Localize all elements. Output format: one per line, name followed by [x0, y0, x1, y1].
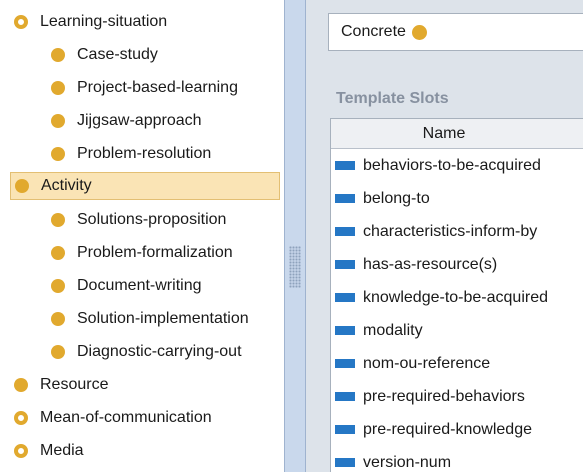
tree-item-activity[interactable]: Activity	[10, 172, 280, 200]
slot-row[interactable]: nom-ou-reference	[331, 347, 583, 380]
slot-row[interactable]: version-num	[331, 446, 583, 472]
tree-item-label: Problem-resolution	[77, 145, 212, 162]
tree-item-label: Project-based-learning	[77, 79, 238, 96]
tree-item-case-study[interactable]: Case-study	[51, 41, 276, 69]
slot-icon	[335, 359, 355, 368]
slot-row[interactable]: knowledge-to-be-acquired	[331, 281, 583, 314]
tree-item-problem-formalization[interactable]: Problem-formalization	[51, 239, 276, 267]
class-dot-icon	[51, 213, 65, 227]
class-dot-icon	[51, 279, 65, 293]
class-dot-icon	[51, 246, 65, 260]
tree-item-media[interactable]: Media	[14, 437, 276, 465]
pane-splitter[interactable]	[284, 0, 306, 472]
tree-item-mean-of-communication[interactable]: Mean-of-communication	[14, 404, 276, 432]
tree-item-solutions-proposition[interactable]: Solutions-proposition	[51, 206, 276, 234]
tree-item-label: Activity	[41, 177, 92, 194]
slot-name: modality	[363, 321, 423, 339]
slot-name: belong-to	[363, 189, 430, 207]
slot-name: pre-required-behaviors	[363, 387, 525, 405]
class-editor-panel: Concrete Template Slots Name behaviors-t…	[306, 0, 583, 472]
tree-item-label: Diagnostic-carrying-out	[77, 343, 242, 360]
class-dot-icon	[51, 48, 65, 62]
tree-item-solution-implementation[interactable]: Solution-implementation	[51, 305, 283, 333]
class-dot-icon	[411, 24, 427, 40]
slot-name: behaviors-to-be-acquired	[363, 156, 541, 174]
slot-row[interactable]: pre-required-knowledge	[331, 413, 583, 446]
slot-icon	[335, 392, 355, 401]
slot-row[interactable]: has-as-resource(s)	[331, 248, 583, 281]
template-slots-table[interactable]: Name behaviors-to-be-acquired belong-to …	[330, 118, 583, 472]
class-ring-icon	[14, 15, 28, 29]
tree-item-label: Problem-formalization	[77, 244, 233, 261]
slot-name: knowledge-to-be-acquired	[363, 288, 548, 306]
slot-icon	[335, 260, 355, 269]
class-tree[interactable]: Learning-situation Case-study Project-ba…	[0, 0, 284, 472]
tree-item-label: Document-writing	[77, 277, 202, 294]
slot-name: nom-ou-reference	[363, 354, 491, 372]
tree-item-learning-situation[interactable]: Learning-situation	[14, 8, 276, 36]
slot-row[interactable]: modality	[331, 314, 583, 347]
class-type-field[interactable]: Concrete	[328, 13, 583, 51]
slot-name: has-as-resource(s)	[363, 255, 498, 273]
tree-item-jijgsaw-approach[interactable]: Jijgsaw-approach	[51, 107, 276, 135]
slot-icon	[335, 194, 355, 203]
tree-item-label: Solution-implementation	[77, 310, 249, 327]
column-header-name[interactable]: Name	[331, 119, 583, 149]
tree-item-problem-resolution[interactable]: Problem-resolution	[51, 140, 276, 168]
slot-row[interactable]: belong-to	[331, 182, 583, 215]
tree-item-label: Media	[40, 442, 84, 459]
class-dot-icon	[51, 345, 65, 359]
tree-item-document-writing[interactable]: Document-writing	[51, 272, 276, 300]
class-dot-icon	[51, 114, 65, 128]
class-ring-icon	[14, 444, 28, 458]
class-dot-icon	[15, 179, 29, 193]
slot-icon	[335, 425, 355, 434]
tree-item-label: Resource	[40, 376, 109, 393]
slot-row[interactable]: pre-required-behaviors	[331, 380, 583, 413]
slot-name: version-num	[363, 453, 452, 471]
class-dot-icon	[14, 378, 28, 392]
tree-item-label: Case-study	[77, 46, 158, 63]
tree-item-label: Jijgsaw-approach	[77, 112, 202, 129]
tree-item-label: Mean-of-communication	[40, 409, 212, 426]
template-slots-title: Template Slots	[336, 90, 449, 107]
tree-item-resource[interactable]: Resource	[14, 371, 276, 399]
class-dot-icon	[51, 147, 65, 161]
tree-item-label: Solutions-proposition	[77, 211, 227, 228]
slot-icon	[335, 326, 355, 335]
tree-item-diagnostic-carrying-out[interactable]: Diagnostic-carrying-out	[51, 338, 283, 366]
slot-name: characteristics-inform-by	[363, 222, 538, 240]
slot-row[interactable]: characteristics-inform-by	[331, 215, 583, 248]
slot-icon	[335, 161, 355, 170]
class-ring-icon	[14, 411, 28, 425]
class-type-value: Concrete	[341, 23, 406, 40]
slot-icon	[335, 227, 355, 236]
slot-icon	[335, 293, 355, 302]
slot-row[interactable]: behaviors-to-be-acquired	[331, 149, 583, 182]
slot-name: pre-required-knowledge	[363, 420, 532, 438]
class-dot-icon	[51, 312, 65, 326]
splitter-grip-icon[interactable]	[289, 246, 301, 288]
tree-item-project-based-learning[interactable]: Project-based-learning	[51, 74, 276, 102]
slot-icon	[335, 458, 355, 467]
class-dot-icon	[51, 81, 65, 95]
tree-item-label: Learning-situation	[40, 13, 168, 30]
